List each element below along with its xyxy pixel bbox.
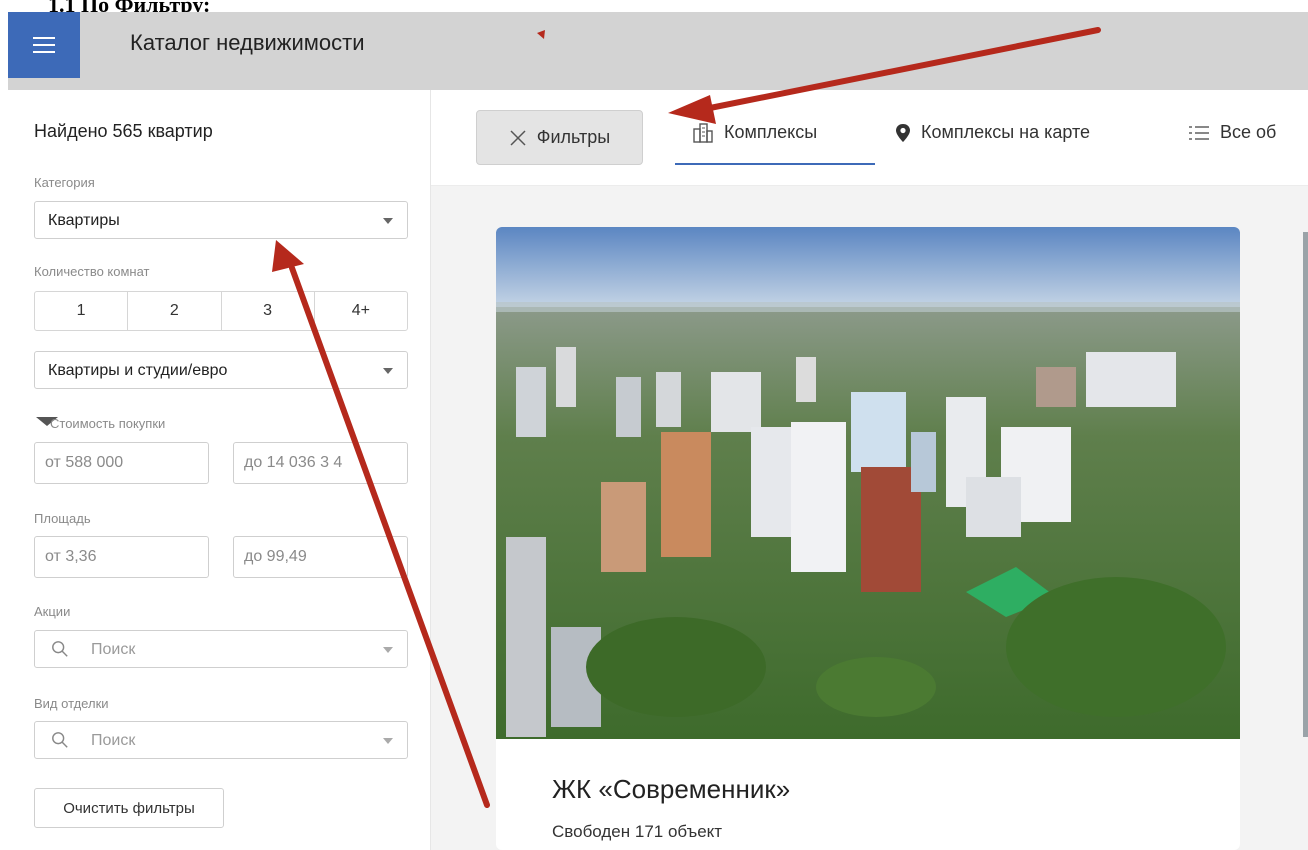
filters-toggle-button[interactable]: Фильтры	[476, 110, 643, 165]
list-icon	[1189, 125, 1209, 140]
rooms-option-2[interactable]: 2	[128, 292, 222, 330]
map-pin-icon	[896, 123, 910, 142]
area-to-input[interactable]: до 99,49	[233, 536, 408, 578]
search-icon	[52, 732, 68, 748]
category-select[interactable]: Квартиры	[34, 201, 408, 239]
apartment-type-value: Квартиры и студии/евро	[48, 362, 228, 379]
finish-select[interactable]: Поиск	[34, 721, 408, 759]
search-icon	[52, 641, 68, 657]
rooms-selector: 1 2 3 4+	[34, 291, 408, 331]
app-title: Каталог недвижимости	[130, 30, 365, 55]
tab-all-label: Все об	[1220, 122, 1277, 142]
complex-title: ЖК «Современник»	[552, 774, 791, 804]
next-card-edge	[1303, 232, 1308, 737]
close-icon	[510, 129, 526, 146]
tab-map-label: Комплексы на карте	[921, 122, 1091, 142]
building-icon	[693, 122, 713, 143]
clear-filters-button[interactable]: Очистить фильтры	[34, 788, 224, 828]
chevron-down-icon	[383, 218, 393, 224]
area-from-input[interactable]: от 3,36	[34, 536, 209, 578]
price-label: Стоимость покупки	[50, 416, 166, 431]
category-label: Категория	[34, 175, 95, 190]
complex-availability: Свободен 171 объект	[552, 822, 723, 841]
promotions-placeholder: Поиск	[91, 641, 136, 658]
complex-card[interactable]: ЖК «Современник» Свободен 171 объект	[496, 227, 1240, 850]
finish-placeholder: Поиск	[91, 732, 136, 749]
tab-all-objects[interactable]: Все об	[1188, 122, 1276, 143]
area-label: Площадь	[34, 511, 91, 526]
rooms-option-4-plus[interactable]: 4+	[315, 292, 407, 330]
hamburger-menu-button[interactable]	[8, 12, 80, 78]
rooms-option-1[interactable]: 1	[35, 292, 129, 330]
hamburger-icon	[33, 32, 55, 58]
active-tab-indicator	[675, 163, 875, 165]
rooms-option-3[interactable]: 3	[222, 292, 315, 330]
complex-aerial-photo	[496, 227, 1240, 739]
rooms-label: Количество комнат	[34, 264, 150, 279]
price-from-input[interactable]: от 588 000	[34, 442, 209, 484]
filters-button-label: Фильтры	[536, 127, 611, 147]
category-value: Квартиры	[48, 212, 120, 229]
tab-complexes[interactable]: Комплексы	[692, 122, 817, 143]
promotions-label: Акции	[34, 604, 71, 619]
promotions-select[interactable]: Поиск	[34, 630, 408, 668]
price-to-input[interactable]: до 14 036 3 4	[233, 442, 408, 484]
finish-label: Вид отделки	[34, 696, 109, 711]
tab-complexes-on-map[interactable]: Комплексы на карте	[895, 122, 1090, 143]
chevron-down-icon	[383, 738, 393, 744]
chevron-down-icon	[383, 647, 393, 653]
results-count: Найдено 565 квартир	[34, 121, 213, 141]
chevron-down-icon	[383, 368, 393, 374]
apartment-type-select[interactable]: Квартиры и студии/евро	[34, 351, 408, 389]
tab-complexes-label: Комплексы	[724, 122, 818, 142]
